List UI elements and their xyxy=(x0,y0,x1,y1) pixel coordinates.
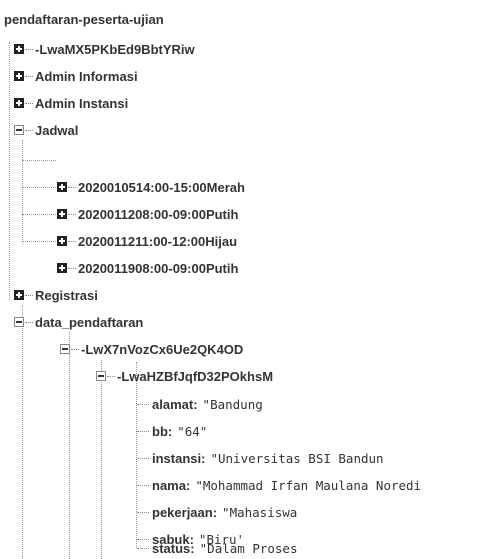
tree-node[interactable]: Jadwal xyxy=(14,120,78,140)
field-key: pekerjaan xyxy=(152,504,213,520)
field-key: bb xyxy=(152,423,168,439)
field-value[interactable]: "Bandung xyxy=(203,397,263,412)
node-label[interactable]: 2020011908:00-09:00Putih xyxy=(78,261,238,276)
field-value[interactable]: "Mahasiswa xyxy=(222,505,297,520)
tree-guide-line xyxy=(69,332,70,559)
node-label[interactable]: -LwX7nVozCx6Ue2QK4OD xyxy=(81,342,243,357)
expand-icon[interactable] xyxy=(57,182,67,192)
field-row[interactable]: pekerjaan: "Mahasiswa xyxy=(137,502,297,522)
tree-node[interactable]: -LwaHZBfJqfD32POkhsM xyxy=(96,366,273,386)
node-label[interactable]: 2020010514:00-15:00Merah xyxy=(78,180,245,195)
node-label[interactable]: Admin Informasi xyxy=(35,69,138,84)
node-label[interactable]: -LwaHZBfJqfD32POkhsM xyxy=(117,369,273,384)
expand-icon[interactable] xyxy=(14,71,24,81)
field-value[interactable]: "Mohammad Irfan Maulana Noredi xyxy=(195,478,421,493)
tree-guide-tick xyxy=(22,160,56,161)
tree-root-label: pendaftaran-peserta-ujian xyxy=(4,12,164,27)
node-label[interactable]: Registrasi xyxy=(35,288,98,303)
expand-icon[interactable] xyxy=(57,263,67,273)
expand-icon[interactable] xyxy=(14,44,24,54)
collapse-icon[interactable] xyxy=(14,125,24,135)
field-row[interactable]: nama: "Mohammad Irfan Maulana Noredi xyxy=(137,475,421,495)
collapse-icon[interactable] xyxy=(60,344,70,354)
tree-node[interactable]: Admin Informasi xyxy=(14,66,138,86)
field-key: status xyxy=(152,540,191,556)
tree-node[interactable]: 2020011208:00-09:00Putih xyxy=(57,204,238,224)
field-row[interactable]: alamat: "Bandung xyxy=(137,394,263,414)
field-value[interactable]: "Universitas BSI Bandun xyxy=(210,451,383,466)
node-label[interactable]: -LwaMX5PKbEd9BbtYRiw xyxy=(35,42,195,57)
node-label[interactable]: Admin Instansi xyxy=(35,96,128,111)
field-key: instansi xyxy=(152,450,202,466)
field-row[interactable]: bb: "64" xyxy=(137,421,207,441)
expand-icon[interactable] xyxy=(14,290,24,300)
tree-guide-line xyxy=(9,42,10,300)
tree-guide-line xyxy=(22,140,23,244)
node-label[interactable]: Jadwal xyxy=(35,123,78,138)
tree-node[interactable]: Admin Instansi xyxy=(14,93,128,113)
tree-node[interactable]: 2020011908:00-09:00Putih xyxy=(57,258,238,278)
field-row[interactable]: status: "Dalam Proses xyxy=(137,538,297,558)
expand-icon[interactable] xyxy=(57,236,67,246)
collapse-icon[interactable] xyxy=(14,317,24,327)
node-label[interactable]: 2020011211:00-12:00Hijau xyxy=(78,234,237,249)
tree-node[interactable]: 2020010514:00-15:00Merah xyxy=(57,177,245,197)
tree-node[interactable]: -LwaMX5PKbEd9BbtYRiw xyxy=(14,39,195,59)
field-value[interactable]: "64" xyxy=(177,424,207,439)
tree-node[interactable]: Registrasi xyxy=(14,285,98,305)
expand-icon[interactable] xyxy=(57,209,67,219)
node-label[interactable]: 2020011208:00-09:00Putih xyxy=(78,207,238,222)
tree-node[interactable]: data_pendaftaran xyxy=(14,312,143,332)
tree-guide-tick xyxy=(22,187,56,188)
tree-guide-tick xyxy=(22,214,56,215)
expand-icon[interactable] xyxy=(14,98,24,108)
field-value[interactable]: "Dalam Proses xyxy=(200,541,298,556)
tree-guide-line xyxy=(101,360,102,559)
tree-node[interactable]: 2020011211:00-12:00Hijau xyxy=(57,231,237,251)
tree-guide-tick xyxy=(22,241,56,242)
field-row[interactable]: instansi: "Universitas BSI Bandun xyxy=(137,448,384,468)
node-label[interactable]: data_pendaftaran xyxy=(35,315,143,330)
tree-guide-line xyxy=(22,305,23,559)
tree-node[interactable]: -LwX7nVozCx6Ue2QK4OD xyxy=(60,339,243,359)
field-key: nama xyxy=(152,477,186,493)
field-key: alamat xyxy=(152,396,194,412)
collapse-icon[interactable] xyxy=(96,371,106,381)
